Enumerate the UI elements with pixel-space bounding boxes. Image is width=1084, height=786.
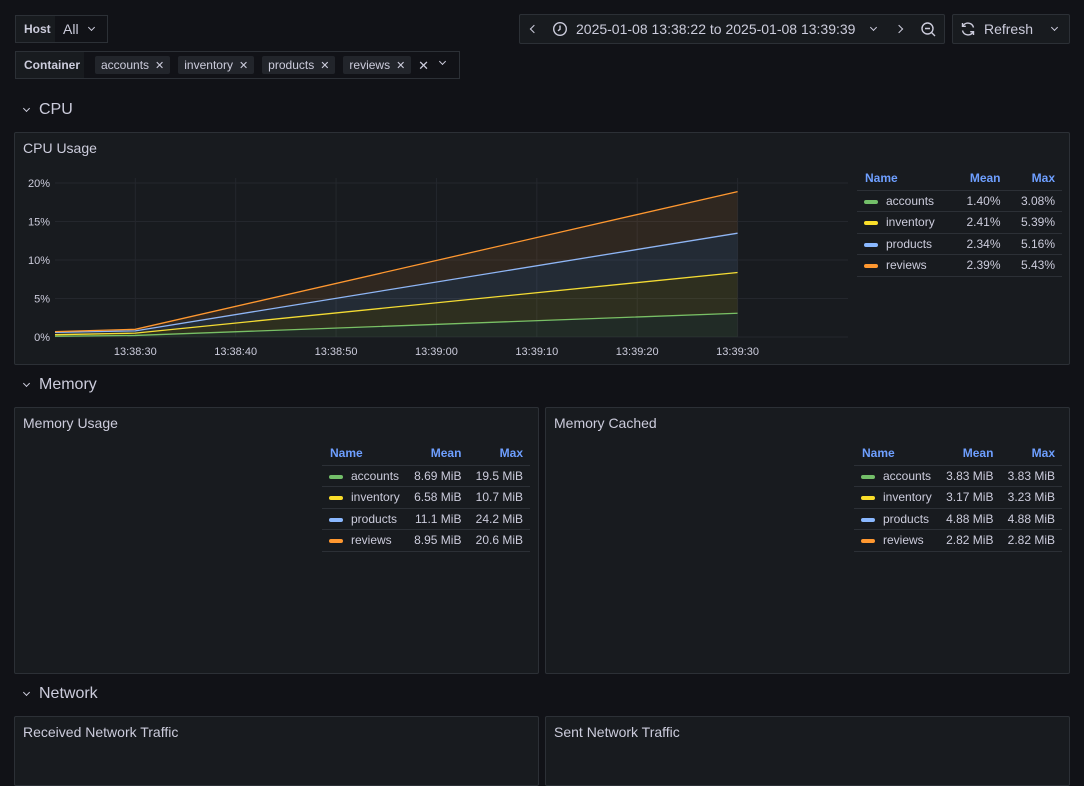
y-tick-label: 0% [34, 332, 50, 344]
legend-series-name[interactable]: accounts [857, 189, 954, 212]
y-tick-label: 5% [34, 294, 50, 306]
series-color-swatch [329, 474, 343, 479]
legend-max: 5.43% [1007, 254, 1062, 277]
legend-max: 24.2 MiB [468, 507, 530, 530]
legend-series-name[interactable]: inventory [857, 211, 954, 233]
series-color-swatch [864, 221, 878, 226]
series-color-swatch [861, 496, 875, 501]
legend-mean: 2.34% [953, 232, 1008, 255]
legend-series-name[interactable]: reviews [857, 254, 954, 277]
series-color-swatch [329, 496, 343, 501]
legend-row[interactable]: reviews 8.95 MiB 20.6 MiB [322, 529, 530, 552]
legend-max: 4.88 MiB [1000, 507, 1062, 530]
panel-title: Memory Cached [554, 415, 657, 431]
legend-mean: 2.41% [953, 211, 1008, 233]
legend-max: 3.83 MiB [1000, 464, 1062, 487]
legend-header-max[interactable]: Max [468, 445, 530, 465]
legend-mean: 3.17 MiB [938, 486, 1001, 508]
series-color-swatch [329, 539, 343, 544]
y-tick-label: 10% [28, 255, 50, 267]
series-color-swatch [329, 517, 343, 522]
panel-received-network-traffic: Received Network Traffic [14, 716, 539, 786]
y-tick-label: 20% [28, 178, 50, 190]
legend-mean: 3.83 MiB [938, 464, 1001, 487]
legend-mean: 2.82 MiB [938, 529, 1001, 552]
legend-row[interactable]: reviews 2.39% 5.43% [857, 254, 1062, 277]
series-color-swatch [864, 199, 878, 204]
series-color-swatch [864, 242, 878, 247]
legend-mean: 11.1 MiB [406, 507, 469, 530]
legend-header-max[interactable]: Max [1000, 445, 1062, 465]
y-tick-label: 15% [28, 217, 50, 229]
legend-series-name[interactable]: accounts [322, 464, 407, 487]
legend-header-name[interactable]: Name [857, 170, 953, 190]
x-tick-label: 13:38:50 [315, 346, 358, 358]
series-color-swatch [861, 539, 875, 544]
legend-header-name[interactable]: Name [854, 445, 939, 465]
legend-mean: 2.39% [953, 254, 1008, 277]
legend-header: Name Mean Max [854, 445, 1062, 465]
legend-row[interactable]: accounts 3.83 MiB 3.83 MiB [854, 464, 1062, 487]
x-tick-label: 13:39:10 [515, 346, 558, 358]
legend-mean: 6.58 MiB [406, 486, 469, 508]
legend-header: Name Mean Max [857, 170, 1062, 190]
legend-mean: 8.95 MiB [406, 529, 469, 552]
legend-row[interactable]: products 2.34% 5.16% [857, 232, 1062, 255]
series-color-swatch [861, 474, 875, 479]
legend-series-name[interactable]: accounts [854, 464, 939, 487]
legend-series-name[interactable]: inventory [322, 486, 407, 508]
legend-series-name[interactable]: reviews [854, 529, 939, 552]
legend-max: 3.08% [1007, 189, 1062, 212]
legend-row[interactable]: reviews 2.82 MiB 2.82 MiB [854, 529, 1062, 552]
panel-title: Received Network Traffic [23, 724, 179, 740]
legend-row[interactable]: products 11.1 MiB 24.2 MiB [322, 507, 530, 530]
legend-header-name[interactable]: Name [322, 445, 407, 465]
legend-row[interactable]: accounts 8.69 MiB 19.5 MiB [322, 464, 530, 487]
series-color-swatch [861, 517, 875, 522]
legend-series-name[interactable]: products [322, 507, 407, 530]
legend-header-max[interactable]: Max [1008, 170, 1062, 190]
legend-series-name[interactable]: inventory [854, 486, 939, 508]
legend-row[interactable]: products 4.88 MiB 4.88 MiB [854, 507, 1062, 530]
series-color-swatch [864, 264, 878, 269]
legend-series-name[interactable]: products [854, 507, 939, 530]
legend-header-mean[interactable]: Mean [953, 170, 1007, 190]
legend-series-name[interactable]: products [857, 232, 954, 255]
legend-row[interactable]: accounts 1.40% 3.08% [857, 189, 1062, 212]
panel-title: Memory Usage [23, 415, 118, 431]
legend-header: Name Mean Max [322, 445, 530, 465]
legend-max: 2.82 MiB [1000, 529, 1062, 552]
panel-sent-network-traffic: Sent Network Traffic [545, 716, 1070, 786]
legend-mean: 4.88 MiB [938, 507, 1001, 530]
legend-max: 19.5 MiB [468, 464, 530, 487]
x-tick-label: 13:38:40 [214, 346, 257, 358]
cpu-legend: Name Mean Max accounts 1.40% 3.08% inventory 2.… [857, 170, 1062, 277]
memory-cached-legend: Name Mean Max accounts 3.83 MiB 3.83 MiB inven… [854, 445, 1062, 552]
x-tick-label: 13:39:30 [716, 346, 759, 358]
x-tick-label: 13:39:20 [616, 346, 659, 358]
legend-max: 20.6 MiB [468, 529, 530, 552]
x-tick-label: 13:38:30 [114, 346, 157, 358]
legend-mean: 8.69 MiB [406, 464, 469, 487]
x-tick-label: 13:39:00 [415, 346, 458, 358]
panel-title: Sent Network Traffic [554, 724, 680, 740]
legend-header-mean[interactable]: Mean [939, 445, 1001, 465]
legend-max: 5.16% [1007, 232, 1062, 255]
legend-row[interactable]: inventory 2.41% 5.39% [857, 211, 1062, 233]
memory-usage-legend: Name Mean Max accounts 8.69 MiB 19.5 MiB inven… [322, 445, 530, 552]
legend-max: 3.23 MiB [1000, 486, 1062, 508]
legend-max: 10.7 MiB [468, 486, 530, 508]
legend-mean: 1.40% [953, 189, 1008, 212]
legend-header-mean[interactable]: Mean [407, 445, 469, 465]
legend-series-name[interactable]: reviews [322, 529, 407, 552]
legend-max: 5.39% [1007, 211, 1062, 233]
legend-row[interactable]: inventory 6.58 MiB 10.7 MiB [322, 486, 530, 508]
legend-row[interactable]: inventory 3.17 MiB 3.23 MiB [854, 486, 1062, 508]
